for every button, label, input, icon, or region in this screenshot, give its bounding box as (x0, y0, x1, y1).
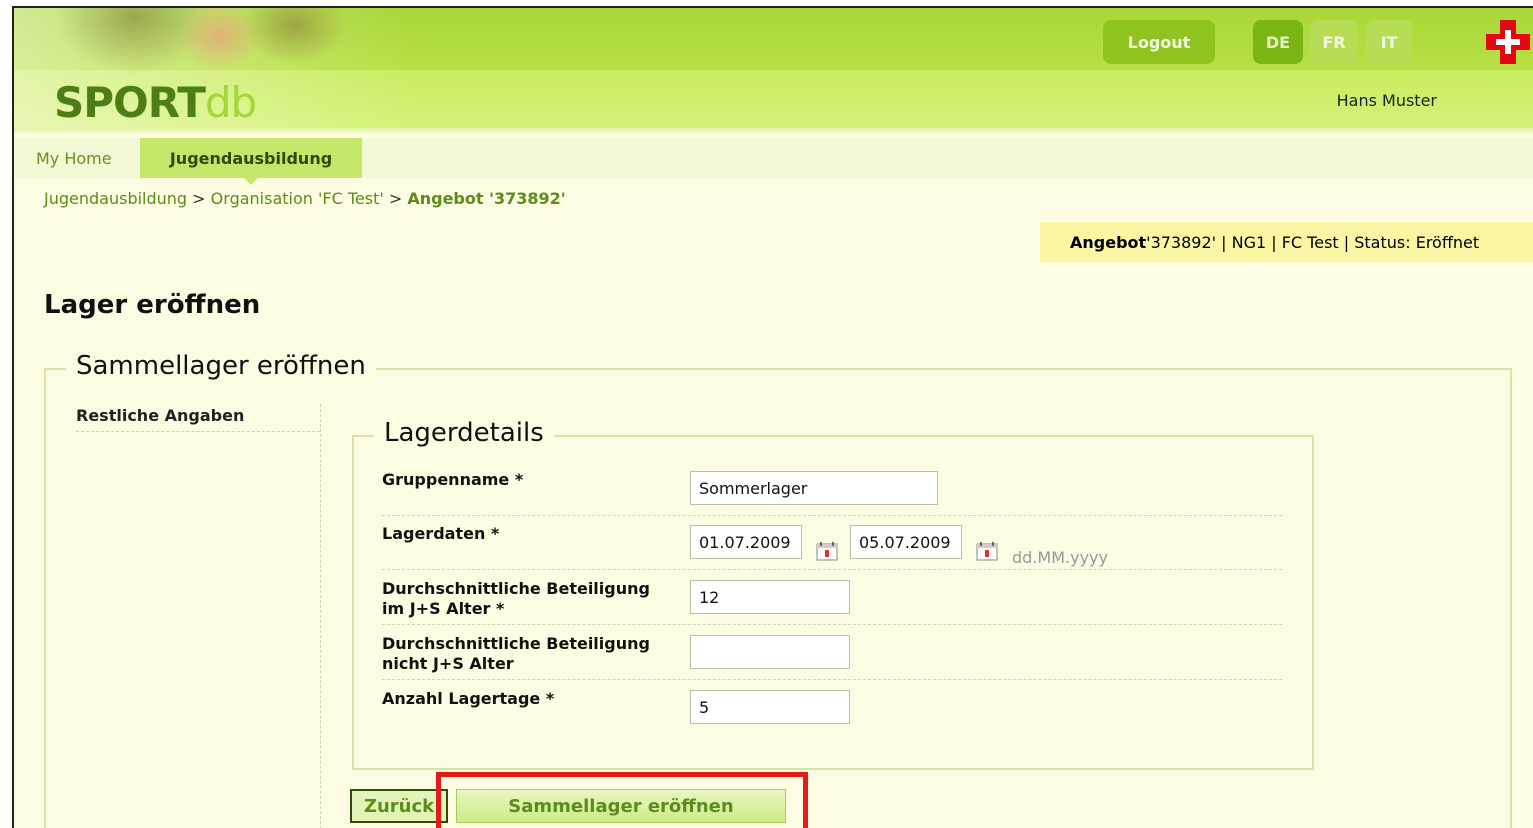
calendar-icon[interactable] (976, 541, 998, 561)
tab-jugendausbildung[interactable]: Jugendausbildung (140, 138, 362, 185)
label-line: Durchschnittliche Beteiligung (382, 634, 650, 653)
status-bar: Angebot '373892' | NG1 | FC Test | Statu… (1040, 222, 1533, 262)
row-separator (382, 679, 1282, 680)
lagerdaten-to-input[interactable]: 05.07.2009 (850, 525, 962, 559)
row-separator (382, 569, 1282, 570)
gruppenname-label: Gruppenname * (382, 470, 523, 490)
label-line: Gruppenname * (382, 470, 524, 489)
header: SPORTdb Logout DE FR IT Hans Muster (14, 8, 1533, 134)
sidebar-item-restliche-angaben[interactable]: Restliche Angaben (76, 406, 244, 425)
user-name: Hans Muster (1336, 91, 1437, 110)
breadcrumb-organisation[interactable]: Organisation 'FC Test' (211, 189, 384, 208)
logo-sport-text: SPORT (54, 78, 206, 127)
app-window: SPORTdb Logout DE FR IT Hans Muster My H… (12, 6, 1533, 828)
breadcrumb-separator: > (192, 189, 206, 208)
label-line: Durchschnittliche Beteiligung (382, 579, 650, 598)
main-nav: My Home Jugendausbildung (14, 138, 1533, 185)
breadcrumb-separator: > (388, 189, 403, 208)
lagerdaten-from-input[interactable]: 01.07.2009 (690, 525, 802, 559)
anzahl-lagertage-input[interactable]: 5 (690, 690, 850, 724)
label-line: im J+S Alter * (382, 599, 505, 618)
date-format-hint: dd.MM.yyyy (1012, 548, 1108, 567)
highlight-box (436, 772, 808, 828)
anzahl-lagertage-label: Anzahl Lagertage * (382, 689, 554, 709)
beteiligung-nicht-js-input[interactable] (690, 635, 850, 669)
header-divider (14, 128, 1533, 134)
label-line: nicht J+S Alter (382, 654, 514, 673)
sidebar-divider (76, 431, 320, 432)
language-de-button[interactable]: DE (1253, 20, 1303, 64)
breadcrumb-current: Angebot '373892' (407, 189, 566, 208)
swiss-cross-icon (1486, 20, 1530, 64)
label-line: Anzahl Lagertage * (382, 689, 555, 708)
status-text: '373892' | NG1 | FC Test | Status: Eröff… (1146, 232, 1480, 252)
language-fr-button[interactable]: FR (1310, 20, 1358, 64)
beteiligung-js-label: Durchschnittliche Beteiligung im J+S Alt… (382, 579, 650, 619)
gruppenname-input[interactable]: Sommerlager (690, 471, 938, 505)
beteiligung-js-input[interactable]: 12 (690, 580, 850, 614)
language-it-button[interactable]: IT (1366, 20, 1412, 64)
logout-button[interactable]: Logout (1103, 20, 1215, 64)
beteiligung-nicht-js-label: Durchschnittliche Beteiligung nicht J+S … (382, 634, 650, 674)
sportdb-logo[interactable]: SPORTdb (54, 78, 257, 127)
calendar-icon[interactable] (816, 541, 838, 561)
breadcrumb-jugendausbildung[interactable]: Jugendausbildung (44, 189, 187, 208)
page-title: Lager eröffnen (44, 290, 261, 320)
label-line: Lagerdaten * (382, 524, 500, 543)
sammellager-legend: Sammellager eröffnen (66, 351, 376, 381)
breadcrumb: Jugendausbildung > Organisation 'FC Test… (44, 189, 566, 208)
status-label: Angebot (1070, 232, 1147, 252)
sidebar-vertical-divider (320, 404, 321, 828)
tab-my-home[interactable]: My Home (14, 138, 134, 178)
row-separator (382, 624, 1282, 625)
lagerdetails-legend: Lagerdetails (374, 418, 554, 448)
back-button[interactable]: Zurück (350, 789, 448, 823)
lagerdaten-label: Lagerdaten * (382, 524, 499, 544)
row-separator (382, 515, 1282, 516)
logo-db-text: db (204, 78, 257, 127)
